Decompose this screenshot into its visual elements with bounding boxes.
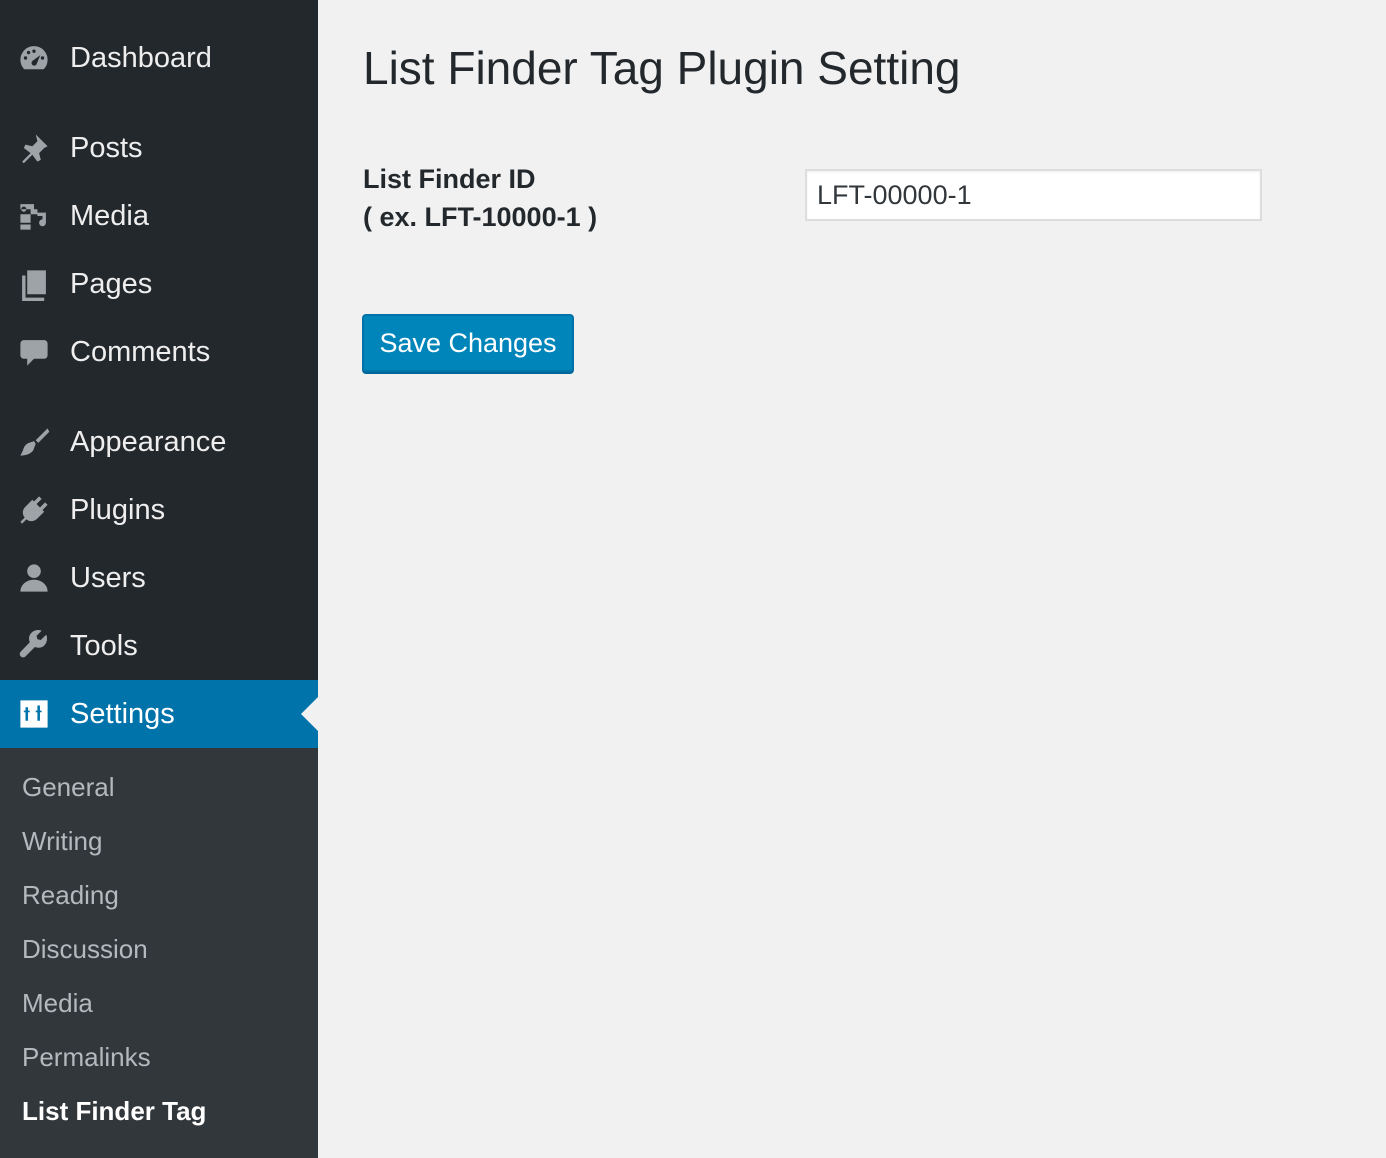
submenu-item-writing[interactable]: Writing <box>22 826 102 857</box>
page-title: List Finder Tag Plugin Setting <box>363 42 961 94</box>
submenu-item-media[interactable]: Media <box>22 988 93 1019</box>
active-indicator <box>301 697 318 731</box>
menu-item-users[interactable]: Users <box>0 544 318 612</box>
menu-item-label: Media <box>70 199 149 232</box>
menu-item-pages[interactable]: Pages <box>0 250 318 318</box>
menu-item-label: Dashboard <box>70 41 212 74</box>
user-icon <box>16 560 52 596</box>
menu-item-label: Posts <box>70 131 143 164</box>
pages-icon <box>16 266 52 302</box>
media-icon <box>16 198 52 234</box>
submenu-item-discussion[interactable]: Discussion <box>22 934 148 965</box>
field-label-example: ( ex. LFT-10000-1 ) <box>363 202 598 232</box>
menu-item-comments[interactable]: Comments <box>0 318 318 386</box>
settings-submenu: General Writing Reading Discussion Media… <box>0 748 318 1158</box>
comment-icon <box>16 334 52 370</box>
save-changes-button[interactable]: Save Changes <box>362 314 574 372</box>
plugin-icon <box>16 492 52 528</box>
list-finder-id-label: List Finder ID ( ex. LFT-10000-1 ) <box>363 160 597 236</box>
pin-icon <box>16 130 52 166</box>
menu-item-dashboard[interactable]: Dashboard <box>0 24 318 92</box>
dashboard-icon <box>16 40 52 76</box>
menu-item-tools[interactable]: Tools <box>0 612 318 680</box>
menu-item-media[interactable]: Media <box>0 182 318 250</box>
menu-item-label: Users <box>70 561 146 594</box>
submenu-item-reading[interactable]: Reading <box>22 880 119 911</box>
menu-item-settings[interactable]: Settings <box>0 680 318 748</box>
menu-item-appearance[interactable]: Appearance <box>0 408 318 476</box>
menu-item-label: Comments <box>70 335 211 368</box>
wrench-icon <box>16 628 52 664</box>
submenu-item-list-finder-tag[interactable]: List Finder Tag <box>22 1096 206 1127</box>
menu-item-label: Pages <box>70 267 153 300</box>
list-finder-id-input[interactable] <box>805 169 1262 221</box>
menu-item-posts[interactable]: Posts <box>0 114 318 182</box>
menu-item-label: Plugins <box>70 493 166 526</box>
submenu-item-permalinks[interactable]: Permalinks <box>22 1042 151 1073</box>
settings-icon <box>16 696 52 732</box>
menu-item-label: Appearance <box>70 425 227 458</box>
paintbrush-icon <box>16 424 52 460</box>
submenu-item-general[interactable]: General <box>22 772 115 803</box>
field-label-name: List Finder ID <box>363 164 536 194</box>
menu-item-label: Tools <box>70 629 138 662</box>
menu-item-plugins[interactable]: Plugins <box>0 476 318 544</box>
admin-sidebar: Dashboard Posts Media Pages Comments App… <box>0 0 318 1158</box>
menu-item-label: Settings <box>70 697 175 730</box>
